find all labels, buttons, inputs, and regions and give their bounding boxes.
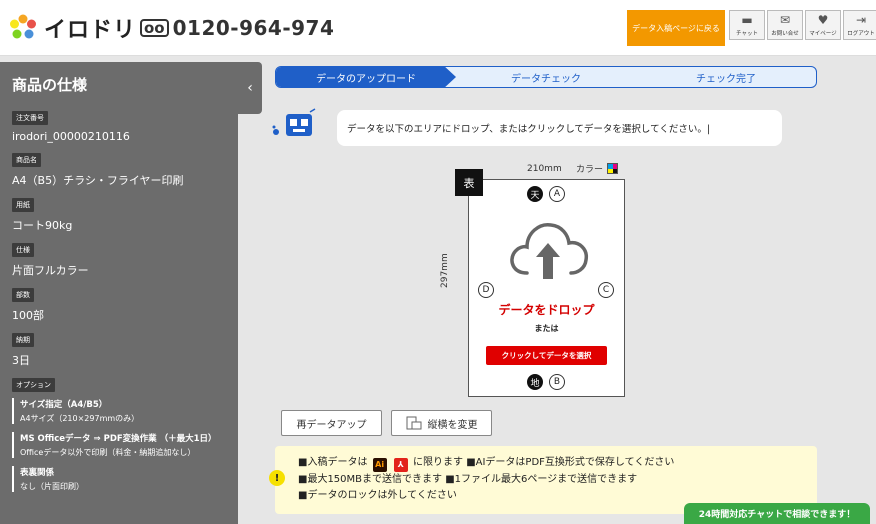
header: イロドリ oo 0120-964-974 データ入稿ページに戻る ▬ チャット … (0, 0, 876, 56)
spec-delivery: 納期 3日 (12, 327, 226, 368)
option-item: 表裏関係 なし（片面印刷） (12, 466, 226, 492)
instruction-message: データを以下のエリアにドロップ、またはクリックしてデータを選択してください。| (337, 110, 782, 146)
flower-logo-icon (10, 14, 36, 39)
phone-number-text: 0120-964-974 (172, 16, 335, 40)
spec-product-name: 商品名 A4（B5）チラシ・フライヤー印刷 (12, 147, 226, 188)
product-spec-sidebar: 商品の仕様 注文番号 irodori_00000210116 商品名 A4（B5… (0, 62, 238, 524)
options-tag: オプション (12, 378, 55, 392)
robot-mascot-icon (272, 108, 316, 136)
or-text: または (534, 324, 559, 333)
logo-text: イロドリ (44, 18, 137, 43)
chat-button[interactable]: ▬ チャット (729, 10, 765, 40)
option-item: サイズ指定（A4/B5） A4サイズ（210×297mmのみ） (12, 398, 226, 424)
chat-icon: ▬ (741, 13, 753, 27)
chevron-left-icon: ‹ (247, 80, 253, 96)
spec-paper: 用紙 コート90kg (12, 192, 226, 233)
sidebar-title: 商品の仕様 (12, 76, 88, 94)
back-to-upload-button[interactable]: データ入稿ページに戻る (627, 10, 725, 46)
pdf-icon: ⅄ (393, 458, 408, 472)
width-label: 210mm (527, 164, 562, 174)
warning-icon: ! (269, 470, 285, 486)
rotate-orientation-button[interactable]: 縦横を変更 (391, 410, 492, 436)
step-check: データチェック (511, 73, 581, 85)
mail-icon: ✉ (779, 13, 791, 27)
step-complete: チェック完了 (696, 73, 756, 85)
cmyk-color-icon (607, 163, 619, 174)
orientation-icon (406, 416, 421, 430)
spec-quantity: 部数 100部 (12, 282, 226, 323)
top-mark: 天 (527, 186, 543, 202)
logo[interactable]: イロドリ (8, 12, 136, 44)
reupload-button[interactable]: 再データアップ (281, 410, 382, 436)
mark-b: B (549, 374, 565, 390)
illustrator-icon: Ai (372, 458, 387, 472)
color-mode: カラー (576, 162, 619, 175)
option-item: MS Officeデータ ⇒ PDF変換作業 （＋最大1日） Officeデータ… (12, 432, 226, 458)
freedial-icon: oo (140, 19, 169, 37)
mark-c: C (598, 282, 614, 298)
spec-spec: 仕様 片面フルカラー (12, 237, 226, 278)
mark-a: A (549, 186, 565, 202)
phone-number: oo 0120-964-974 (140, 16, 334, 40)
sidebar-collapse-button[interactable]: ‹ (238, 62, 262, 114)
bottom-mark: 地 (527, 374, 543, 390)
drop-text: データをドロップ (498, 303, 595, 317)
chat-support-bar[interactable]: 24時間対応チャットで相談できます！ (684, 503, 870, 524)
step-upload: データのアップロード (276, 67, 456, 87)
mypage-button[interactable]: ♥ マイページ (805, 10, 841, 40)
height-label: 297mm (440, 253, 450, 288)
mark-d: D (478, 282, 494, 298)
logout-button[interactable]: ⇥ ログアウト (843, 10, 876, 40)
front-side-label: 表 (455, 169, 483, 196)
cloud-upload-icon (510, 223, 589, 279)
header-icon-bar: ▬ チャット ✉ お問い合せ ♥ マイページ ⇥ ログアウト (729, 10, 876, 40)
select-file-button[interactable]: クリックしてデータを選択 (486, 346, 607, 365)
heart-icon: ♥ (817, 13, 829, 27)
contact-button[interactable]: ✉ お問い合せ (767, 10, 803, 40)
spec-order-number: 注文番号 irodori_00000210116 (12, 105, 226, 143)
progress-steps: データのアップロード データチェック チェック完了 (275, 66, 817, 88)
notice-text: ■入稿データは Ai ⅄ に限ります ■AIデータはPDF互換形式で保存してくだ… (298, 457, 675, 501)
logout-icon: ⇥ (855, 13, 867, 27)
